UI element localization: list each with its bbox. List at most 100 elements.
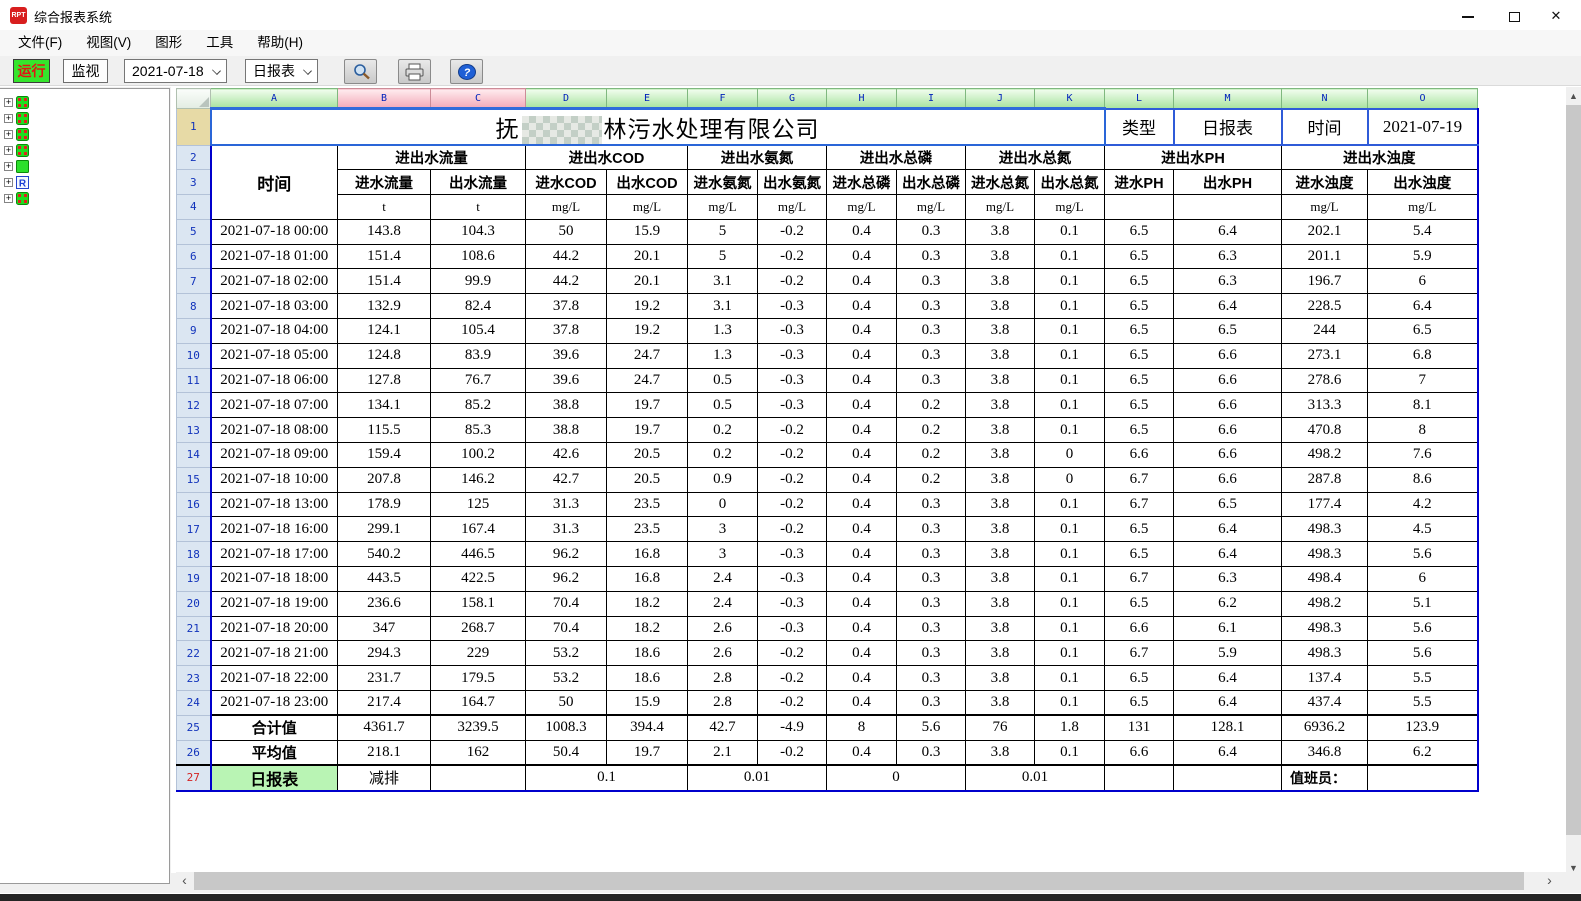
cell-B27[interactable]: 减排 <box>338 765 431 791</box>
col-header-F[interactable]: F <box>688 89 758 109</box>
cell-A17[interactable]: 2021-07-18 16:00 <box>211 517 338 542</box>
cell-M26[interactable]: 6.4 <box>1174 740 1282 765</box>
cell-A26[interactable]: 平均值 <box>211 740 338 765</box>
cell-C25[interactable]: 3239.5 <box>431 715 526 740</box>
row-header-18[interactable]: 18 <box>177 542 211 567</box>
menu-graph[interactable]: 图形 <box>143 32 194 54</box>
cell-G15[interactable]: -0.2 <box>758 467 827 492</box>
col-header-M[interactable]: M <box>1174 89 1282 109</box>
col-header-H[interactable]: H <box>827 89 897 109</box>
cell-J7[interactable]: 3.8 <box>966 269 1035 294</box>
print-button[interactable] <box>398 59 431 84</box>
cell-G17[interactable]: -0.2 <box>758 517 827 542</box>
cell-D25[interactable]: 1008.3 <box>526 715 607 740</box>
cell-A5[interactable]: 2021-07-18 00:00 <box>211 219 338 244</box>
cell-F22[interactable]: 2.6 <box>688 641 758 666</box>
sub-header[interactable]: 进水总氮 <box>966 170 1035 195</box>
cell-L16[interactable]: 6.7 <box>1105 492 1174 517</box>
cell-B19[interactable]: 443.5 <box>338 567 431 592</box>
cell-I8[interactable]: 0.3 <box>897 294 966 319</box>
unit-cell[interactable]: mg/L <box>897 195 966 220</box>
cell-O8[interactable]: 6.4 <box>1368 294 1478 319</box>
cell-M17[interactable]: 6.4 <box>1174 517 1282 542</box>
cell-E9[interactable]: 19.2 <box>607 319 688 344</box>
cell-C23[interactable]: 179.5 <box>431 666 526 691</box>
cell-J23[interactable]: 3.8 <box>966 666 1035 691</box>
row-header-5[interactable]: 5 <box>177 219 211 244</box>
row-header-14[interactable]: 14 <box>177 443 211 468</box>
cell-I20[interactable]: 0.3 <box>897 591 966 616</box>
unit-cell[interactable]: t <box>338 195 431 220</box>
cell-F14[interactable]: 0.2 <box>688 443 758 468</box>
unit-cell[interactable]: t <box>431 195 526 220</box>
cell-B8[interactable]: 132.9 <box>338 294 431 319</box>
cell-L24[interactable]: 6.5 <box>1105 691 1174 716</box>
sidebar-item[interactable]: + <box>4 110 169 126</box>
cell-H8[interactable]: 0.4 <box>827 294 897 319</box>
cell-B20[interactable]: 236.6 <box>338 591 431 616</box>
company-title-cell[interactable]: 抚林污水处理有限公司 <box>211 109 1105 146</box>
cell-O16[interactable]: 4.2 <box>1368 492 1478 517</box>
cell-A18[interactable]: 2021-07-18 17:00 <box>211 542 338 567</box>
cell-C24[interactable]: 164.7 <box>431 691 526 716</box>
cell-K9[interactable]: 0.1 <box>1035 319 1105 344</box>
sub-header[interactable]: 进水COD <box>526 170 607 195</box>
cell-E23[interactable]: 18.6 <box>607 666 688 691</box>
cell-O1[interactable]: 2021-07-19 <box>1368 109 1478 146</box>
cell-O21[interactable]: 5.6 <box>1368 616 1478 641</box>
row-header-13[interactable]: 13 <box>177 418 211 443</box>
horizontal-scrollbar[interactable]: ‹ › <box>176 872 1566 890</box>
cell-O13[interactable]: 8 <box>1368 418 1478 443</box>
vertical-scrollbar[interactable]: ▲ ▼ <box>1566 88 1581 876</box>
cell-D12[interactable]: 38.8 <box>526 393 607 418</box>
sub-header[interactable]: 出水COD <box>607 170 688 195</box>
sidebar-item[interactable]: +R <box>4 174 169 190</box>
cell-O24[interactable]: 5.5 <box>1368 691 1478 716</box>
cell-D27[interactable]: 0.1 <box>526 765 688 791</box>
cell-M18[interactable]: 6.4 <box>1174 542 1282 567</box>
cell-F11[interactable]: 0.5 <box>688 368 758 393</box>
cell-I18[interactable]: 0.3 <box>897 542 966 567</box>
cell-B12[interactable]: 134.1 <box>338 393 431 418</box>
row-header-22[interactable]: 22 <box>177 641 211 666</box>
cell-D19[interactable]: 96.2 <box>526 567 607 592</box>
cell-D11[interactable]: 39.6 <box>526 368 607 393</box>
cell-O14[interactable]: 7.6 <box>1368 443 1478 468</box>
cell-D13[interactable]: 38.8 <box>526 418 607 443</box>
row-header-21[interactable]: 21 <box>177 616 211 641</box>
cell-J13[interactable]: 3.8 <box>966 418 1035 443</box>
expand-plus-icon[interactable]: + <box>4 178 13 187</box>
cell-M27[interactable] <box>1174 765 1282 791</box>
cell-N23[interactable]: 137.4 <box>1282 666 1368 691</box>
cell-N19[interactable]: 498.4 <box>1282 567 1368 592</box>
cell-M1[interactable]: 日报表 <box>1174 109 1282 146</box>
cell-M9[interactable]: 6.5 <box>1174 319 1282 344</box>
sidebar-item[interactable]: + <box>4 126 169 142</box>
cell-C11[interactable]: 76.7 <box>431 368 526 393</box>
cell-F24[interactable]: 2.8 <box>688 691 758 716</box>
row-header-9[interactable]: 9 <box>177 319 211 344</box>
cell-G14[interactable]: -0.2 <box>758 443 827 468</box>
cell-L12[interactable]: 6.5 <box>1105 393 1174 418</box>
cell-G20[interactable]: -0.3 <box>758 591 827 616</box>
cell-C17[interactable]: 167.4 <box>431 517 526 542</box>
cell-E10[interactable]: 24.7 <box>607 343 688 368</box>
expand-plus-icon[interactable]: + <box>4 114 13 123</box>
cell-G12[interactable]: -0.3 <box>758 393 827 418</box>
scroll-right-icon[interactable]: › <box>1541 872 1558 890</box>
unit-cell[interactable]: mg/L <box>827 195 897 220</box>
cell-C18[interactable]: 446.5 <box>431 542 526 567</box>
cell-N9[interactable]: 244 <box>1282 319 1368 344</box>
cell-I6[interactable]: 0.3 <box>897 244 966 269</box>
col-header-O[interactable]: O <box>1368 89 1478 109</box>
cell-B26[interactable]: 218.1 <box>338 740 431 765</box>
cell-A8[interactable]: 2021-07-18 03:00 <box>211 294 338 319</box>
cell-M24[interactable]: 6.4 <box>1174 691 1282 716</box>
unit-cell[interactable]: mg/L <box>966 195 1035 220</box>
row-header-8[interactable]: 8 <box>177 294 211 319</box>
cell-K15[interactable]: 0 <box>1035 467 1105 492</box>
cell-L10[interactable]: 6.5 <box>1105 343 1174 368</box>
cell-H13[interactable]: 0.4 <box>827 418 897 443</box>
cell-D26[interactable]: 50.4 <box>526 740 607 765</box>
row-header-11[interactable]: 11 <box>177 368 211 393</box>
